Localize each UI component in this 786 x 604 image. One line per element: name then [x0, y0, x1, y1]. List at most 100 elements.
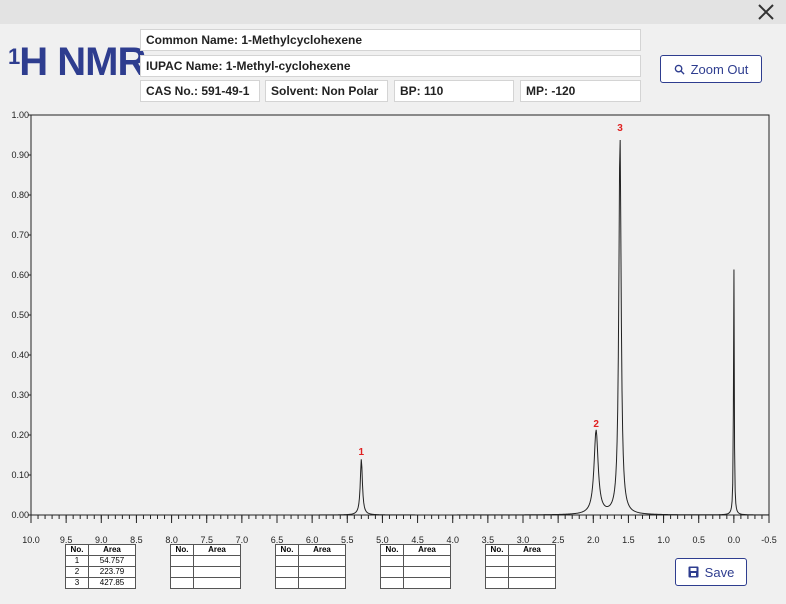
- zoom-out-button[interactable]: Zoom Out: [660, 55, 762, 83]
- peak-area-table: No. Area: [275, 544, 346, 589]
- table-cell-no: [380, 577, 404, 589]
- y-tick-label: 0.00: [11, 510, 29, 520]
- table-header-no: No.: [380, 544, 404, 556]
- x-tick-label: 1.5: [622, 535, 635, 545]
- table-row: 1 54.757: [65, 555, 136, 567]
- table-cell-area: [403, 566, 451, 578]
- table-header-no: No.: [65, 544, 89, 556]
- table-row: [170, 566, 241, 578]
- x-tick-label: 10.0: [22, 535, 40, 545]
- save-label: Save: [704, 564, 735, 580]
- table-row: [275, 566, 346, 578]
- table-cell-no: [170, 555, 194, 567]
- table-cell-no: [275, 555, 299, 567]
- y-tick-label: 0.30: [11, 390, 29, 400]
- table-header-no: No.: [170, 544, 194, 556]
- y-tick-label: 0.40: [11, 350, 29, 360]
- table-cell-area: [193, 577, 241, 589]
- table-cell-area: [193, 566, 241, 578]
- nmr-spectrum-chart: 0.00 0.10 0.20 0.30 0.40 0.50 0.60 0.70 0.80 0.90…: [11, 110, 777, 545]
- y-tick-label: 0.70: [11, 230, 29, 240]
- y-tick-label: 1.00: [11, 110, 29, 120]
- table-cell-no: 2: [65, 566, 89, 578]
- zoom-out-label: Zoom Out: [690, 61, 749, 77]
- table-row: [275, 555, 346, 567]
- table-header-area: Area: [193, 544, 241, 556]
- table-row: [485, 555, 556, 567]
- bp-field: BP: 110: [394, 80, 514, 102]
- table-header-area: Area: [298, 544, 346, 556]
- peak-label-3: 3: [617, 123, 623, 134]
- table-cell-area: [298, 566, 346, 578]
- table-cell-no: [170, 577, 194, 589]
- table-header-area: Area: [403, 544, 451, 556]
- peak-area-table: No. Area: [380, 544, 451, 589]
- common-name-field: Common Name: 1-Methylcyclohexene: [140, 29, 641, 51]
- mp-field: MP: -120: [520, 80, 641, 102]
- table-cell-area: [508, 555, 556, 567]
- table-cell-no: [485, 566, 509, 578]
- table-row: [170, 555, 241, 567]
- nmr-title: 1H NMR: [8, 40, 146, 85]
- table-row: [380, 566, 451, 578]
- cas-field: CAS No.: 591-49-1: [140, 80, 260, 102]
- table-cell-area: [298, 577, 346, 589]
- save-icon: [688, 566, 699, 578]
- y-tick-label: 0.90: [11, 150, 29, 160]
- table-cell-no: 3: [65, 577, 89, 589]
- y-tick-label: 0.10: [11, 470, 29, 480]
- peak-area-table: No. Area: [485, 544, 556, 589]
- nmr-title-text: H NMR: [19, 40, 146, 84]
- table-cell-area: [508, 577, 556, 589]
- peak-area-table: No. Area: [170, 544, 241, 589]
- table-cell-no: 1: [65, 555, 89, 567]
- table-cell-area: 54.757: [88, 555, 136, 567]
- table-cell-area: [508, 566, 556, 578]
- table-cell-area: 427.85: [88, 577, 136, 589]
- y-tick-label: 0.80: [11, 190, 29, 200]
- table-header-no: No.: [485, 544, 509, 556]
- y-tick-label: 0.20: [11, 430, 29, 440]
- save-button[interactable]: Save: [675, 558, 747, 586]
- x-tick-label: 0.0: [728, 535, 741, 545]
- table-row: [380, 577, 451, 589]
- table-cell-area: [298, 555, 346, 567]
- y-tick-label: 0.60: [11, 270, 29, 280]
- table-cell-area: [403, 555, 451, 567]
- table-cell-no: [275, 566, 299, 578]
- nmr-title-superscript: 1: [8, 44, 20, 69]
- table-cell-area: [403, 577, 451, 589]
- plot-area: [30, 114, 770, 516]
- solvent-field: Solvent: Non Polar: [265, 80, 388, 102]
- peak-label-1: 1: [359, 447, 365, 458]
- x-tick-label: -0.5: [761, 535, 777, 545]
- table-row: [485, 566, 556, 578]
- table-row: [485, 577, 556, 589]
- x-tick-label: 1.0: [657, 535, 670, 545]
- table-cell-area: [193, 555, 241, 567]
- table-row: 3 427.85: [65, 577, 136, 589]
- table-row: [170, 577, 241, 589]
- table-cell-no: [275, 577, 299, 589]
- peak-label-2: 2: [593, 419, 599, 430]
- table-cell-no: [485, 577, 509, 589]
- table-cell-no: [485, 555, 509, 567]
- x-tick-label: 0.5: [692, 535, 705, 545]
- title-bar: [0, 0, 786, 24]
- table-header-area: Area: [88, 544, 136, 556]
- table-cell-no: [170, 566, 194, 578]
- iupac-name-field: IUPAC Name: 1-Methyl-cyclohexene: [140, 55, 641, 77]
- table-cell-area: 223.79: [88, 566, 136, 578]
- table-row: 2 223.79: [65, 566, 136, 578]
- x-tick-label: 2.0: [587, 535, 600, 545]
- table-row: [275, 577, 346, 589]
- close-icon[interactable]: [756, 2, 776, 22]
- table-row: [380, 555, 451, 567]
- table-cell-no: [380, 566, 404, 578]
- peak-area-table: No. Area 1 54.757 2 223.79 3 427.85: [65, 544, 136, 589]
- table-header-area: Area: [508, 544, 556, 556]
- table-header-no: No.: [275, 544, 299, 556]
- table-cell-no: [380, 555, 404, 567]
- y-tick-label: 0.50: [11, 310, 29, 320]
- search-icon: [674, 64, 685, 75]
